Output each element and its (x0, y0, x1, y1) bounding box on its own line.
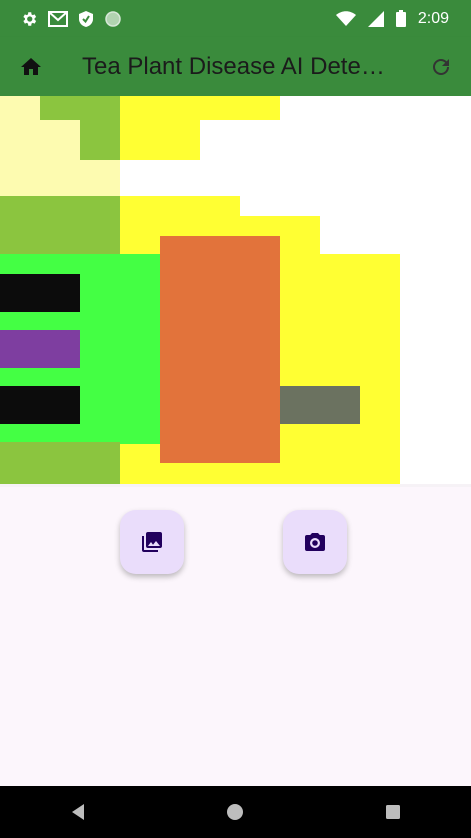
circle-icon (105, 10, 121, 27)
navigation-bar (0, 786, 471, 838)
refresh-icon[interactable] (429, 55, 453, 79)
camera-button[interactable] (283, 510, 347, 574)
shield-icon (79, 10, 93, 27)
camera-icon (305, 533, 325, 551)
home-circle-icon[interactable] (226, 803, 244, 821)
status-time: 2:09 (417, 9, 449, 27)
status-bar: 2:09 (0, 0, 471, 37)
page-title: Tea Plant Disease AI Dete… (82, 52, 385, 80)
selected-image (0, 96, 471, 487)
leaf-image (0, 96, 471, 487)
settings-icon (23, 11, 37, 26)
cellular-icon (367, 10, 384, 27)
app-bar: Tea Plant Disease AI Dete… (0, 37, 471, 96)
battery-icon (395, 10, 406, 27)
gmail-icon (48, 10, 68, 27)
photo-library-icon (142, 532, 162, 552)
gallery-button[interactable] (120, 510, 184, 574)
back-icon[interactable] (70, 803, 86, 821)
recents-icon[interactable] (385, 804, 401, 820)
home-icon[interactable] (19, 55, 43, 79)
wifi-icon (335, 10, 356, 26)
